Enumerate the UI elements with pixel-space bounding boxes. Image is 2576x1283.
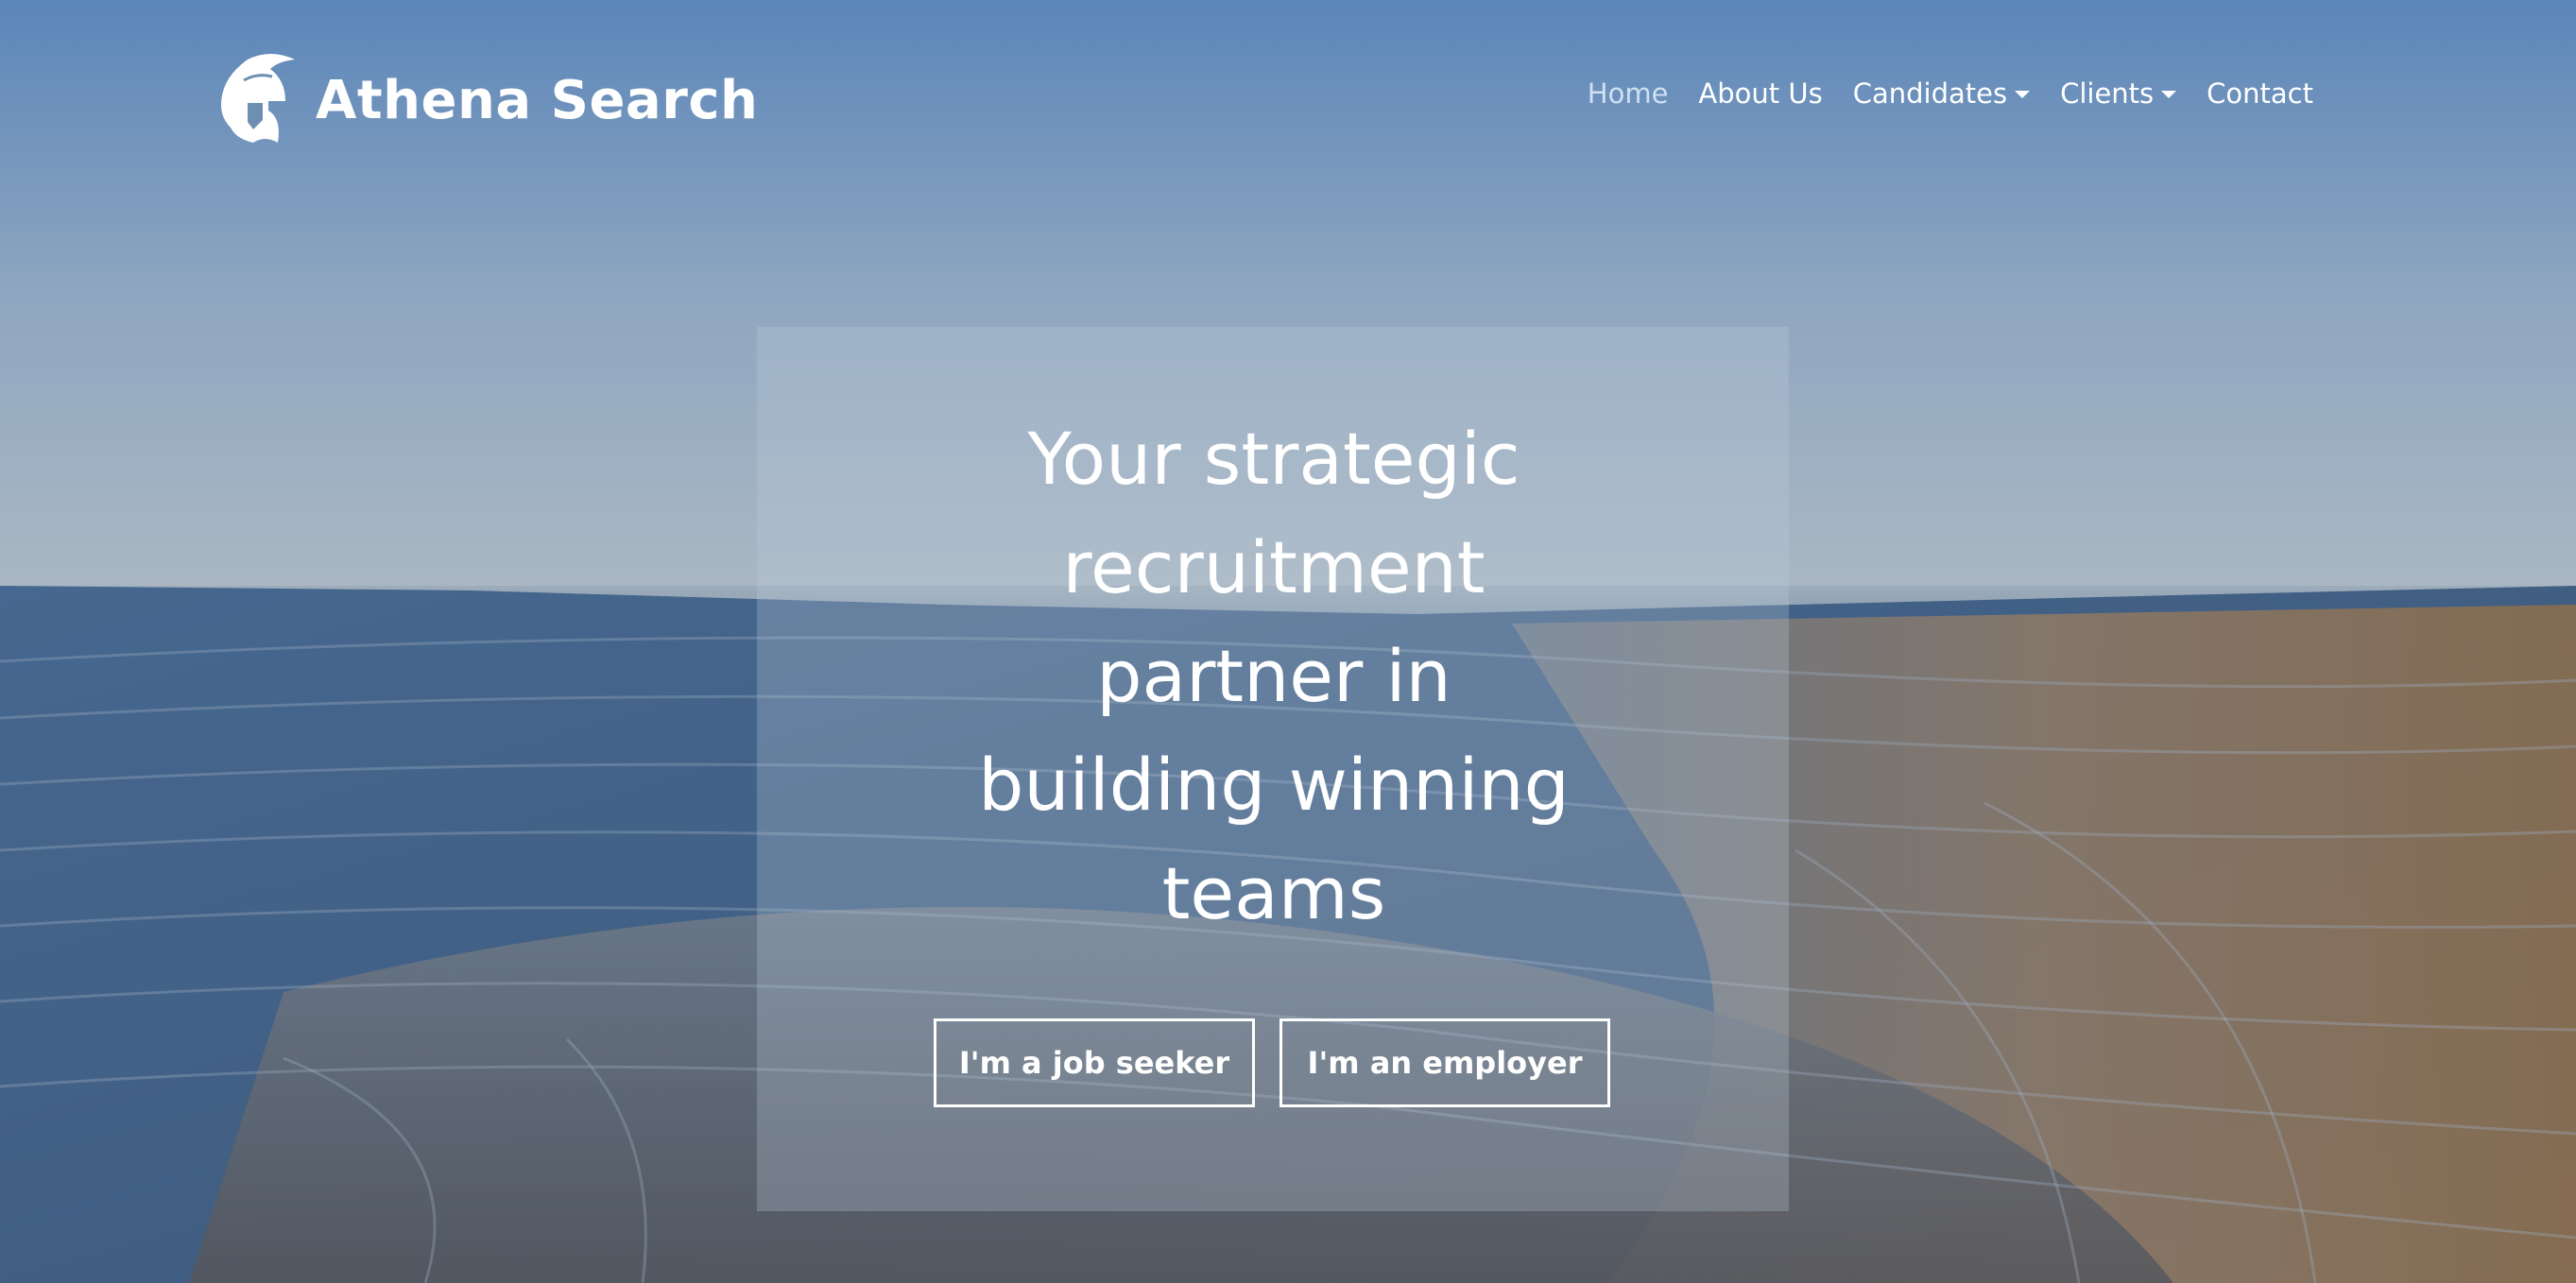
nav-contact[interactable]: Contact (2207, 77, 2313, 110)
brand-name: Athena Search (316, 69, 759, 131)
main-nav: Home About Us Candidates Clients Contact (1588, 77, 2313, 110)
caret-down-icon (2015, 91, 2031, 98)
nav-candidates-dropdown[interactable]: Candidates (1852, 77, 2031, 110)
hero-title: Your strategic recruitment partner in bu… (0, 404, 2548, 948)
job-seeker-button[interactable]: I'm a job seeker (934, 1018, 1255, 1107)
caret-down-icon (2161, 91, 2177, 98)
employer-button[interactable]: I'm an employer (1279, 1018, 1610, 1107)
hero-title-text: Your strategic recruitment partner in bu… (978, 417, 1570, 935)
nav-about-us[interactable]: About Us (1698, 77, 1822, 110)
hero-section: Athena Search Home About Us Candidates C… (0, 0, 2576, 1283)
spartan-helmet-icon (221, 54, 295, 143)
nav-clients-dropdown[interactable]: Clients (2060, 77, 2177, 110)
cta-buttons: I'm a job seeker I'm an employer (934, 1018, 1610, 1107)
navbar: Athena Search Home About Us Candidates C… (0, 0, 2576, 203)
nav-home[interactable]: Home (1588, 77, 1669, 110)
brand-link[interactable]: Athena Search (215, 52, 758, 148)
nav-candidates-label: Candidates (1852, 77, 2008, 110)
nav-clients-label: Clients (2060, 77, 2155, 110)
